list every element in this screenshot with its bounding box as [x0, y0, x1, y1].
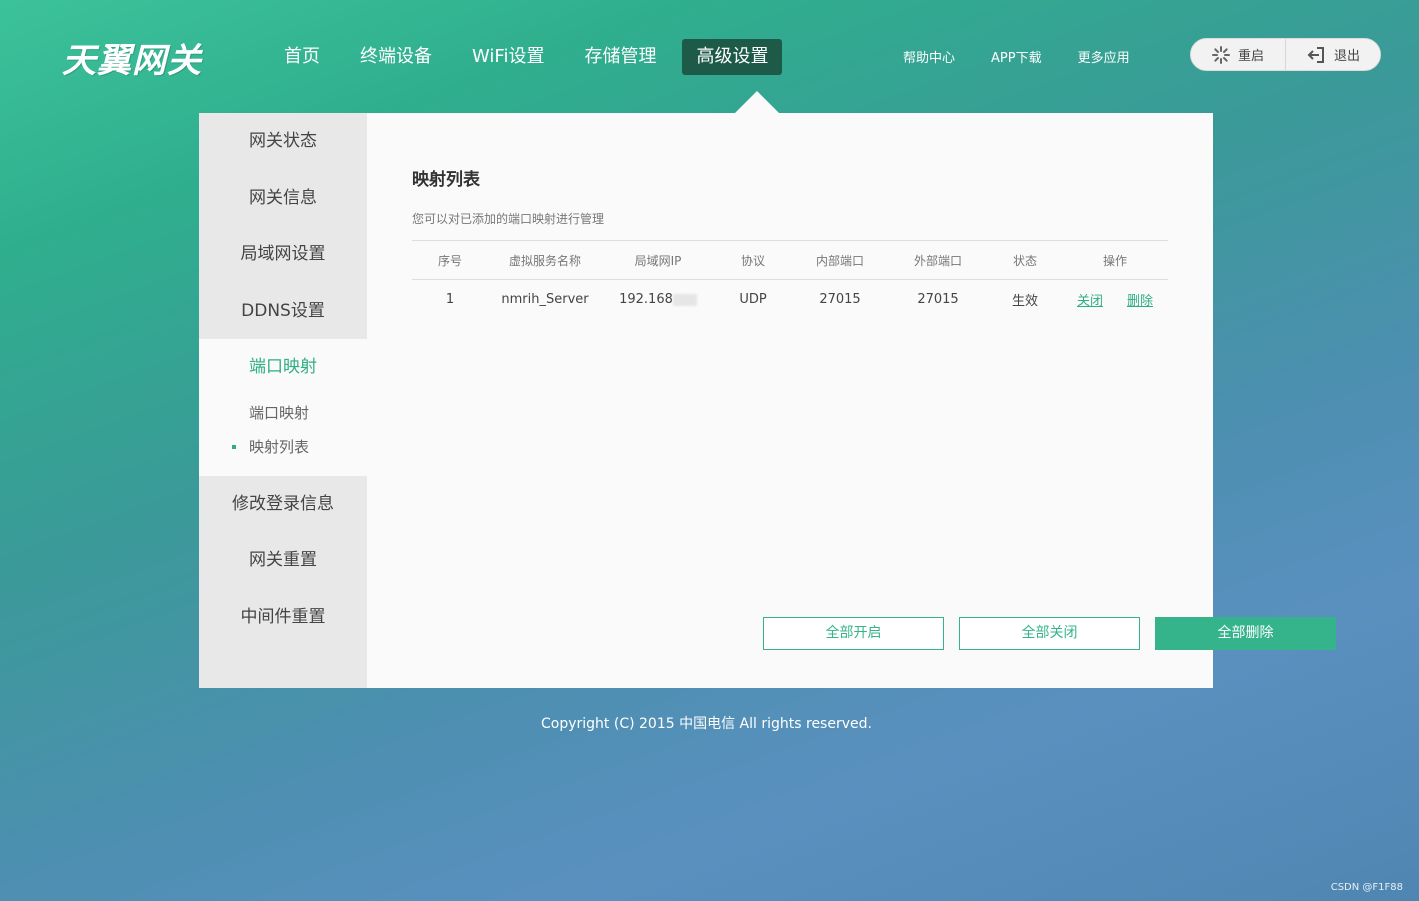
nav-wifi[interactable]: WiFi设置	[458, 39, 558, 75]
content-area: 映射列表 您可以对已添加的端口映射进行管理 序号 虚拟服务名称 局域网IP 协议…	[367, 113, 1336, 688]
sidebar-subitem-mapping-list[interactable]: 映射列表	[199, 430, 367, 464]
sidebar-item-lan-settings[interactable]: 局域网设置	[199, 226, 367, 283]
sidebar-group-port-mapping: 端口映射 端口映射 映射列表	[199, 339, 367, 476]
brand-logo[interactable]: 天翼网关	[62, 33, 202, 82]
page-title: 映射列表	[412, 170, 480, 190]
column-header: 虚拟服务名称	[508, 253, 581, 268]
sidebar-item-ddns[interactable]: DDNS设置	[199, 283, 367, 340]
cell-status: 生效	[1011, 294, 1038, 309]
column-header: 局域网IP	[634, 253, 682, 268]
logout-button[interactable]: 退出	[1285, 39, 1380, 70]
column-header: 外部端口	[913, 253, 962, 268]
watermark: CSDN @F1F88	[1330, 882, 1403, 893]
logout-label: 退出	[1333, 49, 1360, 64]
bulk-actions: 全部开启 全部关闭 全部删除	[763, 617, 1351, 650]
more-apps-link[interactable]: 更多应用	[1078, 47, 1130, 66]
disable-all-button[interactable]: 全部关闭	[959, 617, 1140, 650]
mapping-table: 序号 虚拟服务名称 局域网IP 协议 内部端口 外部端口 状态 操作 1 nmr…	[412, 240, 1168, 319]
cell-index: 1	[445, 292, 455, 307]
column-header: 协议	[740, 253, 765, 268]
sidebar-item-gateway-reset[interactable]: 网关重置	[199, 532, 367, 589]
sidebar-item-middleware-reset[interactable]: 中间件重置	[199, 589, 367, 646]
logout-icon	[1307, 46, 1324, 63]
main-nav: 首页 终端设备 WiFi设置 存储管理 高级设置	[270, 39, 794, 75]
column-header: 内部端口	[815, 253, 864, 268]
redacted-blur	[672, 293, 697, 306]
main-panel: 网关状态 网关信息 局域网设置 DDNS设置 端口映射 端口映射 映射列表 修改…	[199, 113, 1336, 688]
column-header: 状态	[1012, 253, 1037, 268]
restart-button[interactable]: 重启	[1191, 39, 1285, 70]
column-header: 操作	[1102, 253, 1127, 268]
cell-lan-ip-text: 192.168	[619, 292, 673, 307]
sidebar-item-port-mapping[interactable]: 端口映射	[199, 339, 367, 396]
sidebar-item-gateway-status[interactable]: 网关状态	[199, 113, 367, 170]
nav-storage[interactable]: 存储管理	[570, 39, 670, 75]
system-actions: 重启 退出	[1190, 38, 1381, 71]
enable-all-button[interactable]: 全部开启	[763, 617, 944, 650]
sidebar-item-login-info[interactable]: 修改登录信息	[199, 476, 367, 533]
cell-lan-ip: 192.168	[602, 292, 714, 307]
page-description: 您可以对已添加的端口映射进行管理	[412, 212, 605, 226]
top-bar: 天翼网关 首页 终端设备 WiFi设置 存储管理 高级设置 帮助中心 APP下载…	[0, 0, 1419, 113]
cell-internal-port: 27015	[819, 292, 861, 307]
cell-protocol: UDP	[739, 292, 767, 307]
nav-home[interactable]: 首页	[270, 39, 334, 75]
restart-label: 重启	[1237, 49, 1264, 64]
cell-service-name: nmrih_Server	[501, 292, 589, 307]
sidebar-item-gateway-info[interactable]: 网关信息	[199, 170, 367, 227]
cell-operations: 关闭 删除	[1062, 290, 1168, 309]
restart-icon	[1211, 45, 1230, 64]
sidebar-subitem-port-mapping[interactable]: 端口映射	[199, 396, 367, 430]
table-header: 序号 虚拟服务名称 局域网IP 协议 内部端口 外部端口 状态 操作	[412, 241, 1168, 280]
sidebar: 网关状态 网关信息 局域网设置 DDNS设置 端口映射 端口映射 映射列表 修改…	[199, 113, 367, 688]
cell-external-port: 27015	[917, 292, 959, 307]
nav-advanced[interactable]: 高级设置	[682, 39, 783, 75]
copyright-footer: Copyright (C) 2015 中国电信 All rights reser…	[541, 716, 872, 732]
header-links: 帮助中心 APP下载 更多应用	[903, 47, 1166, 66]
column-header: 序号	[437, 253, 462, 268]
close-mapping-link[interactable]: 关闭	[1077, 294, 1103, 309]
active-nav-pointer	[735, 91, 779, 113]
nav-devices[interactable]: 终端设备	[346, 39, 446, 75]
delete-all-button[interactable]: 全部删除	[1155, 617, 1336, 650]
app-download-link[interactable]: APP下载	[991, 47, 1042, 66]
delete-mapping-link[interactable]: 删除	[1127, 294, 1153, 309]
table-row: 1 nmrih_Server 192.168 UDP 27015 27015 生…	[412, 280, 1168, 319]
help-center-link[interactable]: 帮助中心	[903, 47, 955, 66]
